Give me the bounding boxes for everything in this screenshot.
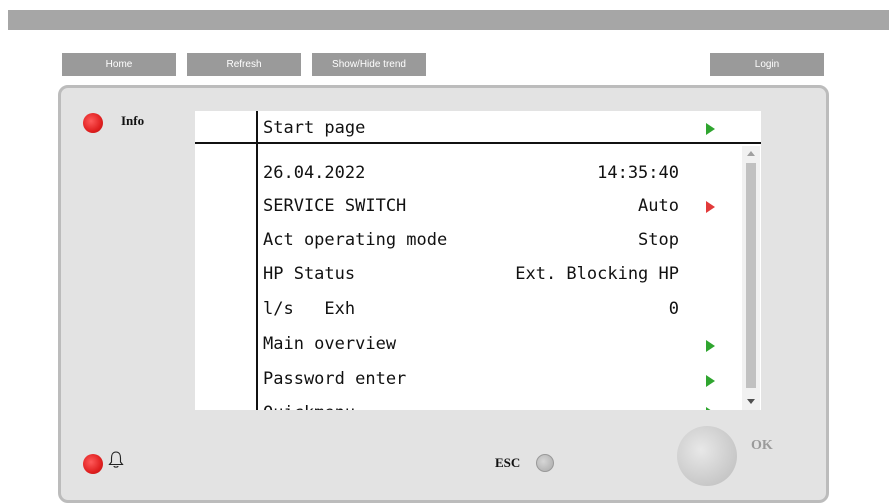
- time-value: 14:35:40: [597, 163, 679, 183]
- password-enter-label: Password enter: [263, 369, 407, 389]
- hp-status-row: HP Status Ext. Blocking HP: [263, 262, 679, 286]
- alarm-led[interactable]: [83, 454, 103, 474]
- service-switch-arrow-icon[interactable]: [706, 201, 715, 213]
- show-hide-trend-button[interactable]: Show/Hide trend: [312, 53, 426, 76]
- top-bar: [8, 10, 889, 30]
- bell-icon[interactable]: [108, 450, 124, 470]
- screen-scrollbar[interactable]: [742, 146, 760, 410]
- password-enter-row[interactable]: Password enter: [263, 367, 679, 391]
- date-time-row: 26.04.2022 14:35:40: [263, 161, 679, 185]
- refresh-button[interactable]: Refresh: [187, 53, 301, 76]
- service-switch-label: SERVICE SWITCH: [263, 196, 407, 216]
- hp-status-value: Ext. Blocking HP: [515, 264, 679, 284]
- main-overview-label: Main overview: [263, 334, 397, 354]
- display-screen: Start page 26.04.2022 14:35:40 SERVICE S…: [195, 111, 761, 410]
- header-arrow-icon[interactable]: [706, 123, 715, 135]
- scroll-down-arrow-icon[interactable]: [747, 399, 755, 404]
- header-title-row[interactable]: Start page: [263, 116, 679, 140]
- login-button[interactable]: Login: [710, 53, 824, 76]
- esc-label: ESC: [495, 455, 521, 470]
- home-button[interactable]: Home: [62, 53, 176, 76]
- service-switch-row[interactable]: SERVICE SWITCH Auto: [263, 194, 679, 218]
- exhaust-flow-row: l/s Exh 0: [263, 297, 679, 321]
- operating-mode-label: Act operating mode: [263, 230, 448, 250]
- operating-mode-row: Act operating mode Stop: [263, 228, 679, 252]
- exhaust-flow-value: 0: [668, 299, 679, 319]
- main-overview-row[interactable]: Main overview: [263, 332, 679, 356]
- scroll-thumb[interactable]: [746, 163, 756, 388]
- operating-mode-value: Stop: [638, 230, 679, 250]
- main-overview-arrow-icon[interactable]: [706, 340, 715, 352]
- hp-status-label: HP Status: [263, 264, 356, 284]
- screen-divider-vertical: [256, 111, 258, 410]
- quickmenu-row[interactable]: Quickmenu: [263, 401, 679, 410]
- ok-label: OK: [751, 438, 773, 453]
- ok-button[interactable]: [677, 426, 737, 486]
- esc-button[interactable]: [536, 454, 554, 472]
- date-value: 26.04.2022: [263, 163, 366, 183]
- quickmenu-arrow-icon[interactable]: [706, 407, 715, 410]
- page-title: Start page: [263, 118, 366, 138]
- info-led[interactable]: [83, 113, 103, 133]
- password-enter-arrow-icon[interactable]: [706, 375, 715, 387]
- quickmenu-label: Quickmenu: [263, 401, 355, 410]
- service-switch-value: Auto: [638, 196, 679, 216]
- info-label: Info: [121, 113, 145, 128]
- scroll-up-arrow-icon[interactable]: [747, 151, 755, 156]
- exhaust-flow-label: l/s Exh: [263, 299, 356, 319]
